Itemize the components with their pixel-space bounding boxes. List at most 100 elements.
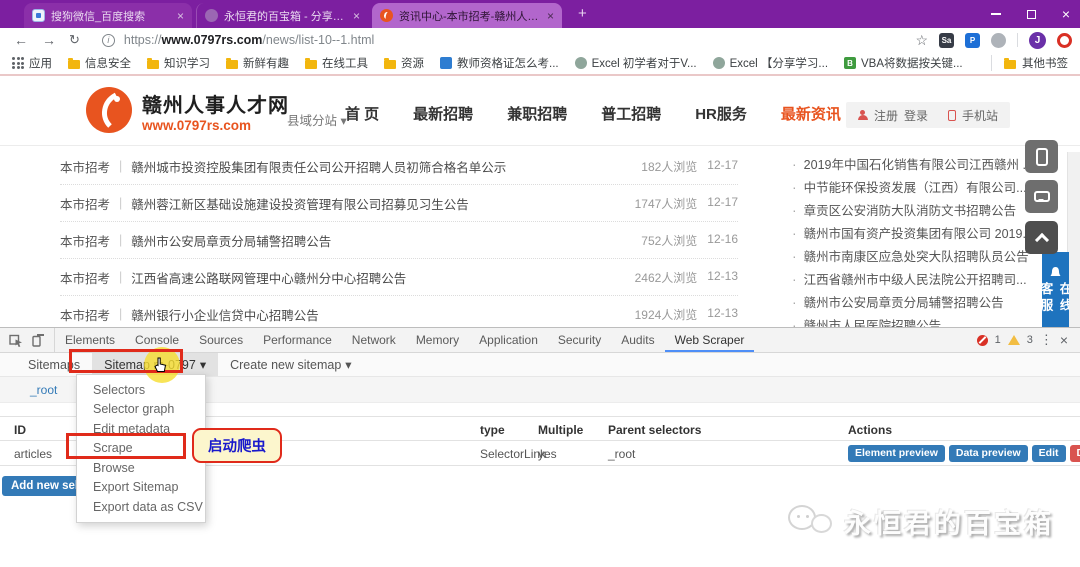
chevron-up-icon (1034, 233, 1048, 247)
profile-avatar[interactable]: J (1029, 32, 1046, 49)
devtools-tab-network[interactable]: Network (342, 328, 406, 352)
mobile-site-link[interactable]: 手机站 (962, 107, 998, 124)
new-tab-button[interactable]: + (578, 5, 587, 23)
back-icon[interactable]: ← (14, 32, 28, 48)
sidebar-news-item[interactable]: ·章贡区公安消防大队消防文书招聘公告 (792, 198, 1034, 221)
page-info-icon[interactable]: i (102, 34, 115, 47)
branch-dropdown[interactable]: 县域分站 ▾ (287, 110, 347, 129)
tab-close-icon[interactable]: × (547, 9, 554, 23)
error-icon[interactable] (977, 335, 988, 346)
nav-parttime-jobs[interactable]: 兼职招聘 (507, 103, 567, 124)
col-actions: Actions (848, 417, 892, 442)
news-row[interactable]: 本市招考| 赣州城市投资控股集团有限责任公司公开招聘人员初筛合格名单公示 182… (60, 148, 738, 185)
sidebar-news-item[interactable]: ·2019年中国石化销售有限公司江西赣州 ... (792, 152, 1034, 175)
sidebar-news-item[interactable]: ·赣州市国有资产投资集团有限公司 2019... (792, 221, 1034, 244)
bookmark-folder[interactable]: 在线工具 (305, 55, 368, 71)
bookmark-apps[interactable]: 应用 (12, 55, 52, 71)
delete-button[interactable]: Delete (1070, 445, 1080, 462)
devtools-tab-memory[interactable]: Memory (406, 328, 469, 352)
sidebar-news-item[interactable]: ·赣州市公安局章贡分局辅警招聘公告 (792, 290, 1034, 313)
site-title: 赣州人事人才网 (142, 89, 289, 118)
nav-worker-jobs[interactable]: 普工招聘 (601, 103, 661, 124)
site-logo-text[interactable]: 赣州人事人才网 www.0797rs.com (142, 89, 289, 133)
chevron-down-icon: ▾ (200, 357, 206, 372)
browser-tab-1[interactable]: 搜狗微信_百度搜索 × (24, 3, 192, 28)
bookmark-link[interactable]: 教师资格证怎么考... (440, 55, 559, 71)
tab-close-icon[interactable]: × (177, 9, 184, 23)
news-row[interactable]: 本市招考| 江西省高速公路联网管理中心赣州分中心招聘公告 2462人浏览12-1… (60, 259, 738, 296)
window-close-icon[interactable]: × (1062, 9, 1070, 19)
bookmark-link[interactable]: Excel 【分享学习... (713, 55, 828, 71)
devtools-tab-sources[interactable]: Sources (189, 328, 253, 352)
register-link[interactable]: 注册 (874, 107, 898, 124)
bookmark-folder[interactable]: 信息安全 (68, 55, 131, 71)
news-title[interactable]: 赣州银行小企业信贷中心招聘公告 (131, 305, 634, 324)
col-id: ID (14, 417, 26, 442)
extension-icon-gray[interactable] (991, 33, 1006, 48)
col-type: type (480, 417, 505, 442)
minimize-icon[interactable] (991, 13, 1001, 15)
menu-item-selectors[interactable]: Selectors (77, 380, 205, 400)
menu-item-browse[interactable]: Browse (77, 458, 205, 478)
sidebar-news-item[interactable]: ·中节能环保投资发展（江西）有限公司... (792, 175, 1034, 198)
element-preview-button[interactable]: Element preview (848, 445, 945, 462)
menu-item-selector-graph[interactable]: Selector graph (77, 400, 205, 420)
chevron-down-icon: ▾ (345, 357, 351, 372)
browser-tab-2[interactable]: 永恒君的百宝箱 - 分享互联网... × (196, 3, 368, 28)
device-toolbar-icon[interactable] (32, 333, 45, 347)
bookmark-folder[interactable]: 资源 (384, 55, 424, 71)
address-bar-right: ☆ Sa P J (915, 32, 1072, 49)
url-field[interactable]: https://www.0797rs.com/news/list-10--1.h… (124, 33, 374, 47)
bookmark-folder[interactable]: 知识学习 (147, 55, 210, 71)
back-to-top-button[interactable] (1025, 221, 1058, 254)
other-bookmarks[interactable]: 其他书签 (991, 55, 1068, 71)
news-title[interactable]: 赣州市公安局章贡分局辅警招聘公告 (131, 231, 641, 250)
extension-icon-red[interactable] (1057, 33, 1072, 48)
forward-icon[interactable]: → (42, 32, 56, 48)
float-feedback-button[interactable] (1025, 180, 1058, 213)
devtools-tab-security[interactable]: Security (548, 328, 611, 352)
nav-latest-news-active[interactable]: 最新资讯 (781, 103, 841, 124)
bookmark-star-icon[interactable]: ☆ (915, 32, 928, 49)
extension-icon-p[interactable]: P (965, 33, 980, 48)
bookmark-link[interactable]: Excel 初学者对于V... (575, 55, 697, 71)
mobile-icon (948, 110, 956, 121)
news-row[interactable]: 本市招考| 赣州市公安局章贡分局辅警招聘公告 752人浏览12-16 (60, 222, 738, 259)
browser-tab-3-active[interactable]: 资讯中心-本市招考-赣州人事人... × (372, 3, 562, 28)
sidebar-news-item[interactable]: ·赣州市人民医院招聘公告 (792, 313, 1034, 327)
bookmark-link[interactable]: BVBA将数据按关键... (844, 55, 963, 71)
sidebar-news-item[interactable]: ·江西省赣州市中级人民法院公开招聘司... (792, 267, 1034, 290)
online-service-bar[interactable]: 在线客服 (1042, 252, 1069, 327)
site-logo[interactable] (86, 87, 132, 133)
login-link[interactable]: 登录 (904, 107, 928, 124)
devtools-close-icon[interactable]: × (1060, 332, 1068, 348)
data-preview-button[interactable]: Data preview (949, 445, 1028, 462)
news-row[interactable]: 本市招考| 赣州银行小企业信贷中心招聘公告 1924人浏览12-13 (60, 296, 738, 327)
news-title[interactable]: 赣州蓉江新区基础设施建设投资管理有限公司招募见习生公告 (131, 194, 634, 213)
nav-home[interactable]: 首 页 (345, 103, 379, 124)
nav-hr-service[interactable]: HR服务 (695, 103, 747, 124)
reload-icon[interactable]: ↻ (69, 32, 80, 48)
devtools-tab-audits[interactable]: Audits (611, 328, 664, 352)
inspect-element-icon[interactable] (9, 334, 23, 347)
maximize-icon[interactable] (1027, 10, 1036, 19)
news-title[interactable]: 江西省高速公路联网管理中心赣州分中心招聘公告 (131, 268, 634, 287)
breadcrumb-root[interactable]: _root (30, 383, 57, 397)
tab-close-icon[interactable]: × (353, 9, 360, 23)
warning-icon[interactable] (1008, 335, 1020, 345)
edit-button[interactable]: Edit (1032, 445, 1066, 462)
news-title[interactable]: 赣州城市投资控股集团有限责任公司公开招聘人员初筛合格名单公示 (131, 157, 641, 176)
devtools-tab-web-scraper-active[interactable]: Web Scraper (665, 328, 755, 352)
float-mobile-button[interactable] (1025, 140, 1058, 173)
create-sitemap-dropdown[interactable]: Create new sitemap ▾ (218, 353, 363, 376)
bookmark-folder[interactable]: 新鲜有趣 (226, 55, 289, 71)
menu-item-export-sitemap[interactable]: Export Sitemap (77, 478, 205, 498)
nav-latest-jobs[interactable]: 最新招聘 (413, 103, 473, 124)
devtools-tab-application[interactable]: Application (469, 328, 548, 352)
sidebar-news-item[interactable]: ·赣州市南康区应急处突大队招聘队员公告 (792, 244, 1034, 267)
extension-icon-sa[interactable]: Sa (939, 33, 954, 48)
menu-item-export-csv[interactable]: Export data as CSV (77, 497, 205, 517)
devtools-menu-icon[interactable]: ⋮ (1040, 332, 1053, 348)
news-row[interactable]: 本市招考| 赣州蓉江新区基础设施建设投资管理有限公司招募见习生公告 1747人浏… (60, 185, 738, 222)
devtools-tab-performance[interactable]: Performance (253, 328, 342, 352)
